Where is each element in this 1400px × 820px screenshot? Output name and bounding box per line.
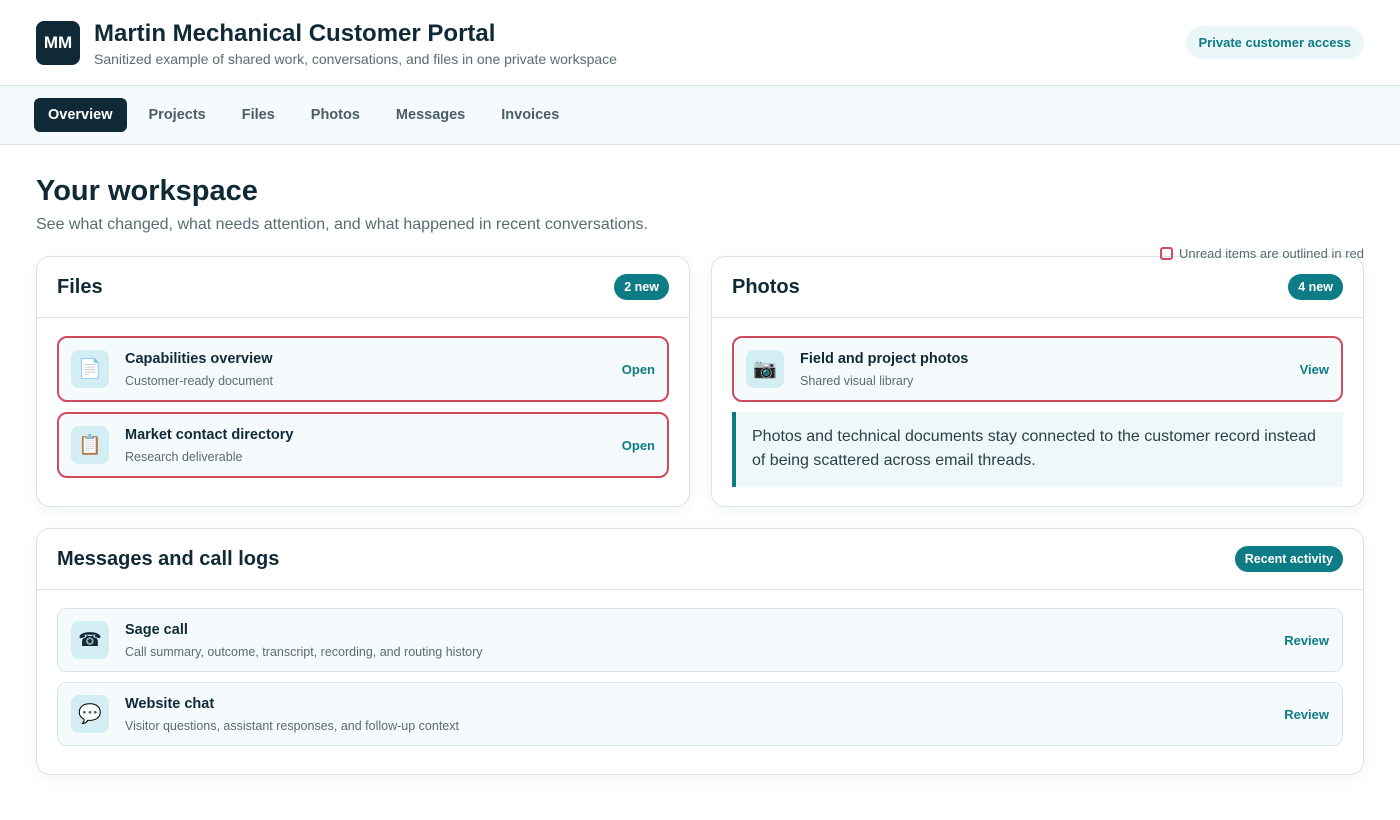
photo-item-subtitle: Shared visual library	[800, 373, 914, 388]
cards-row: Files 2 new 📄 Capabilities overview Cust…	[36, 256, 1364, 507]
files-card-title: Files	[57, 275, 103, 298]
logo-avatar: MM	[36, 20, 80, 65]
tab-files[interactable]: Files	[228, 98, 289, 132]
file-item-title: Market contact directory	[125, 426, 294, 443]
file-item-title: Capabilities overview	[125, 350, 273, 367]
messages-card-header: Messages and call logs Recent activity	[37, 529, 1363, 590]
open-file-link[interactable]: Open	[622, 362, 655, 377]
app-title: Martin Mechanical Customer Portal	[94, 19, 496, 47]
photo-item-text: Field and project photos Shared visual l…	[800, 351, 1300, 388]
file-item-text: Market contact directory Research delive…	[125, 427, 622, 464]
main-nav: Overview Projects Files Photos Messages …	[0, 86, 1400, 145]
message-item-text: Website chat Visitor questions, assistan…	[125, 696, 1284, 733]
message-item-website-chat[interactable]: 💬 Website chat Visitor questions, assist…	[57, 682, 1343, 746]
page-subtitle: See what changed, what needs attention, …	[36, 216, 648, 233]
message-item-title: Sage call	[125, 621, 188, 638]
messages-card-title: Messages and call logs	[57, 547, 280, 570]
files-new-badge: 2 new	[614, 274, 669, 300]
unread-legend-label: Unread items are outlined in red	[1179, 246, 1364, 261]
clipboard-icon: 📋	[71, 426, 109, 464]
unread-outline-swatch	[1160, 247, 1173, 260]
file-item-subtitle: Research deliverable	[125, 449, 243, 464]
photo-item-field-and-project-photos[interactable]: 📷 Field and project photos Shared visual…	[732, 336, 1343, 402]
tab-photos[interactable]: Photos	[297, 98, 374, 132]
file-item-market-contact-directory[interactable]: 📋 Market contact directory Research deli…	[57, 412, 669, 478]
document-icon: 📄	[71, 350, 109, 388]
review-link[interactable]: Review	[1284, 707, 1329, 722]
messages-list: ☎ Sage call Call summary, outcome, trans…	[37, 590, 1363, 766]
tab-messages[interactable]: Messages	[382, 98, 479, 132]
view-photos-link[interactable]: View	[1300, 362, 1329, 377]
message-item-text: Sage call Call summary, outcome, transcr…	[125, 622, 1284, 659]
file-item-text: Capabilities overview Customer-ready doc…	[125, 351, 622, 388]
tab-projects[interactable]: Projects	[135, 98, 220, 132]
review-link[interactable]: Review	[1284, 633, 1329, 648]
photos-card-header: Photos 4 new	[712, 257, 1363, 318]
files-list: 📄 Capabilities overview Customer-ready d…	[37, 318, 689, 498]
files-card: Files 2 new 📄 Capabilities overview Cust…	[36, 256, 690, 507]
file-item-capabilities-overview[interactable]: 📄 Capabilities overview Customer-ready d…	[57, 336, 669, 402]
main-content: Your workspace See what changed, what ne…	[0, 174, 1400, 775]
photos-new-badge: 4 new	[1288, 274, 1343, 300]
photos-card: Photos 4 new 📷 Field and project photos …	[711, 256, 1364, 507]
message-item-subtitle: Call summary, outcome, transcript, recor…	[125, 644, 483, 659]
message-item-sage-call[interactable]: ☎ Sage call Call summary, outcome, trans…	[57, 608, 1343, 672]
app-header: MM Martin Mechanical Customer Portal San…	[0, 0, 1400, 86]
file-item-subtitle: Customer-ready document	[125, 373, 273, 388]
private-access-badge: Private customer access	[1185, 26, 1364, 59]
open-file-link[interactable]: Open	[622, 438, 655, 453]
photos-list: 📷 Field and project photos Shared visual…	[712, 318, 1363, 507]
chat-bubble-icon: 💬	[71, 695, 109, 733]
message-item-title: Website chat	[125, 695, 215, 712]
tab-invoices[interactable]: Invoices	[487, 98, 573, 132]
photos-info-note: Photos and technical documents stay conn…	[732, 412, 1343, 487]
page-title: Your workspace	[36, 175, 258, 207]
tab-overview[interactable]: Overview	[34, 98, 127, 132]
message-item-subtitle: Visitor questions, assistant responses, …	[125, 718, 459, 733]
phone-icon: ☎	[71, 621, 109, 659]
recent-activity-badge: Recent activity	[1234, 546, 1343, 572]
camera-icon: 📷	[746, 350, 784, 388]
app-subtitle: Sanitized example of shared work, conver…	[94, 50, 617, 67]
files-card-header: Files 2 new	[37, 257, 689, 318]
photos-card-title: Photos	[732, 275, 800, 298]
header-titles: Martin Mechanical Customer Portal Saniti…	[94, 19, 617, 67]
unread-legend: Unread items are outlined in red	[1160, 246, 1364, 261]
messages-card: Messages and call logs Recent activity ☎…	[36, 528, 1364, 775]
photo-item-title: Field and project photos	[800, 350, 969, 367]
